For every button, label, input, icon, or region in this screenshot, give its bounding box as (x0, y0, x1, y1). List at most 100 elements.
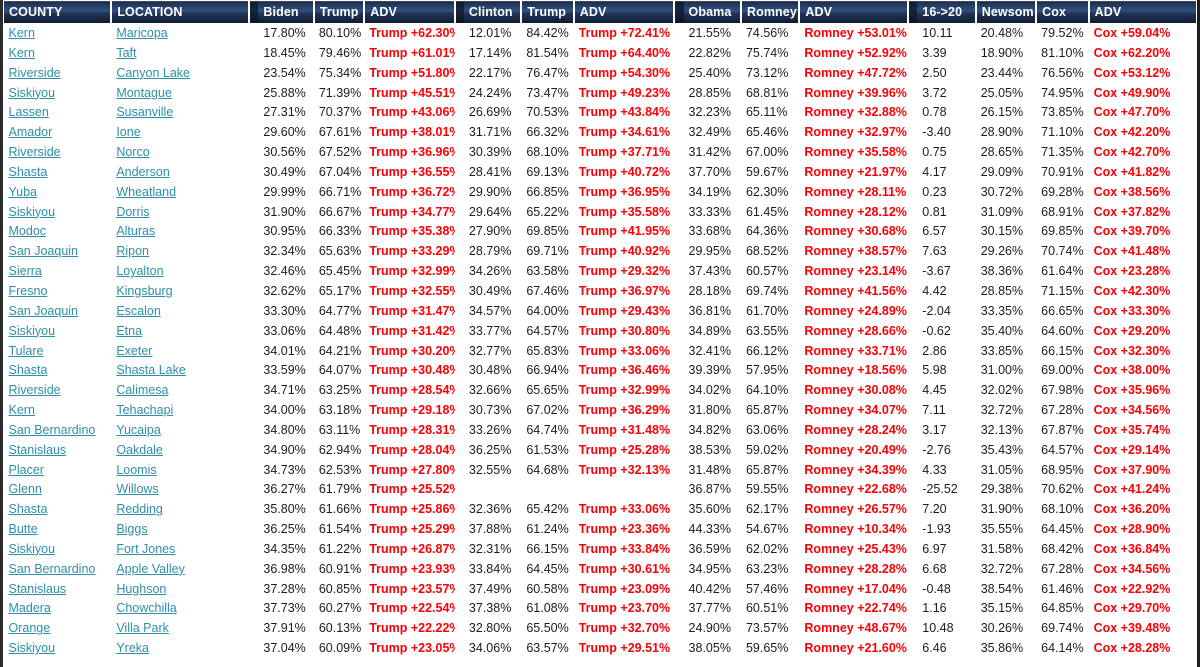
cell-county[interactable]: Siskiyou (4, 322, 112, 342)
cell-location[interactable]: Yucaipa (111, 421, 249, 441)
cell-location-link[interactable]: Yucaipa (116, 423, 160, 437)
cell-location-link[interactable]: Escalon (116, 304, 160, 318)
cell-location-link[interactable]: Wheatland (116, 185, 176, 199)
cell-county-link[interactable]: Shasta (9, 165, 48, 179)
cell-location[interactable]: Shasta Lake (111, 361, 249, 381)
cell-county[interactable]: San Joaquin (4, 302, 112, 322)
cell-county[interactable]: Riverside (4, 381, 112, 401)
cell-location[interactable]: Norco (111, 143, 249, 163)
cell-location[interactable]: Kingsburg (111, 282, 249, 302)
cell-county[interactable]: Kern (4, 24, 112, 44)
cell-location[interactable]: Fort Jones (111, 540, 249, 560)
col-header-trump-2016[interactable]: Trump (521, 0, 575, 24)
col-header-adv-2012[interactable]: ADV (799, 0, 910, 24)
cell-location[interactable]: Willows (111, 480, 249, 500)
cell-location[interactable]: Apple Valley (111, 560, 249, 580)
cell-location-link[interactable]: Calimesa (116, 383, 168, 397)
cell-county-link[interactable]: Placer (9, 463, 44, 477)
cell-county-link[interactable]: Kern (9, 26, 35, 40)
cell-county-link[interactable]: Siskiyou (9, 205, 56, 219)
cell-county[interactable]: San Joaquin (4, 242, 112, 262)
cell-location-link[interactable]: Montague (116, 86, 172, 100)
col-header-newsom[interactable]: Newsom (975, 0, 1038, 24)
col-header-shift-16-to-20[interactable]: 16->20 (917, 0, 977, 24)
cell-county[interactable]: San Bernardino (4, 421, 112, 441)
cell-location[interactable]: Tehachapi (111, 401, 249, 421)
cell-county-link[interactable]: Riverside (9, 383, 61, 397)
cell-county[interactable]: Stanislaus (4, 441, 112, 461)
cell-county[interactable]: Shasta (4, 361, 112, 381)
cell-county[interactable]: Tulare (4, 342, 112, 362)
cell-county-link[interactable]: Riverside (9, 66, 61, 80)
cell-location-link[interactable]: Oakdale (116, 443, 163, 457)
cell-location[interactable]: Calimesa (111, 381, 249, 401)
cell-county-link[interactable]: San Joaquin (9, 304, 79, 318)
col-header-trump-2020[interactable]: Trump (313, 0, 366, 24)
cell-county-link[interactable]: Tulare (9, 344, 44, 358)
cell-county-link[interactable]: Riverside (9, 145, 61, 159)
cell-location[interactable]: Escalon (111, 302, 249, 322)
cell-location[interactable]: Susanville (111, 103, 249, 123)
col-header-adv-2016[interactable]: ADV (573, 0, 676, 24)
col-header-adv-gov[interactable]: ADV (1088, 0, 1197, 24)
cell-county[interactable]: Riverside (4, 64, 112, 84)
cell-county-link[interactable]: Lassen (9, 105, 49, 119)
col-header-obama[interactable]: Obama (683, 0, 742, 24)
cell-county[interactable]: Kern (4, 401, 112, 421)
cell-location[interactable]: Montague (111, 84, 249, 104)
cell-county[interactable]: Shasta (4, 500, 112, 520)
cell-county[interactable]: Siskiyou (4, 84, 112, 104)
cell-location[interactable]: Chowchilla (111, 599, 249, 619)
cell-location[interactable]: Anderson (111, 163, 249, 183)
cell-location[interactable]: Taft (111, 44, 249, 64)
cell-county[interactable]: Stanislaus (4, 580, 112, 600)
cell-county-link[interactable]: Fresno (9, 284, 48, 298)
cell-location[interactable]: Yreka (111, 639, 249, 659)
cell-county[interactable]: Fresno (4, 282, 112, 302)
cell-location[interactable]: Ripon (111, 242, 249, 262)
cell-location-link[interactable]: Susanville (116, 105, 173, 119)
cell-county[interactable]: Lassen (4, 103, 112, 123)
cell-county[interactable]: Riverside (4, 143, 112, 163)
cell-location[interactable]: Exeter (111, 342, 249, 362)
cell-location[interactable]: Alturas (111, 222, 249, 242)
cell-county-link[interactable]: Modoc (9, 224, 47, 238)
cell-location[interactable]: Dorris (111, 203, 249, 223)
cell-county[interactable]: Madera (4, 599, 112, 619)
cell-county-link[interactable]: Kern (9, 403, 35, 417)
col-header-cox[interactable]: Cox (1036, 0, 1090, 24)
col-header-clinton[interactable]: Clinton (463, 0, 523, 24)
cell-county[interactable]: Amador (4, 123, 112, 143)
cell-county-link[interactable]: Sierra (9, 264, 42, 278)
cell-location[interactable]: Canyon Lake (111, 64, 249, 84)
cell-county[interactable]: Orange (4, 619, 112, 639)
cell-county[interactable]: Siskiyou (4, 203, 112, 223)
cell-county-link[interactable]: San Bernardino (9, 423, 96, 437)
cell-county[interactable]: Modoc (4, 222, 112, 242)
col-header-romney[interactable]: Romney (740, 0, 801, 24)
cell-location-link[interactable]: Fort Jones (116, 542, 175, 556)
cell-location[interactable]: Oakdale (111, 441, 249, 461)
cell-location-link[interactable]: Anderson (116, 165, 170, 179)
cell-location-link[interactable]: Dorris (116, 205, 149, 219)
cell-county-link[interactable]: Glenn (9, 482, 42, 496)
cell-county-link[interactable]: Amador (9, 125, 53, 139)
cell-county-link[interactable]: Stanislaus (9, 582, 67, 596)
cell-location-link[interactable]: Willows (116, 482, 158, 496)
cell-location-link[interactable]: Exeter (116, 344, 152, 358)
cell-county[interactable]: Shasta (4, 163, 112, 183)
cell-county-link[interactable]: Butte (9, 522, 38, 536)
cell-location-link[interactable]: Yreka (116, 641, 149, 655)
cell-county-link[interactable]: Siskiyou (9, 324, 56, 338)
cell-location[interactable]: Etna (111, 322, 249, 342)
col-header-biden[interactable]: Biden (258, 0, 315, 24)
cell-location-link[interactable]: Villa Park (116, 621, 169, 635)
col-header-county[interactable]: COUNTY (3, 0, 113, 24)
cell-location[interactable]: Maricopa (111, 24, 249, 44)
cell-location-link[interactable]: Taft (116, 46, 136, 60)
col-header-adv-2020[interactable]: ADV (364, 0, 456, 24)
cell-location-link[interactable]: Maricopa (116, 26, 167, 40)
cell-location-link[interactable]: Apple Valley (116, 562, 185, 576)
cell-county[interactable]: Glenn (4, 480, 112, 500)
col-header-location[interactable]: LOCATION (111, 0, 251, 24)
